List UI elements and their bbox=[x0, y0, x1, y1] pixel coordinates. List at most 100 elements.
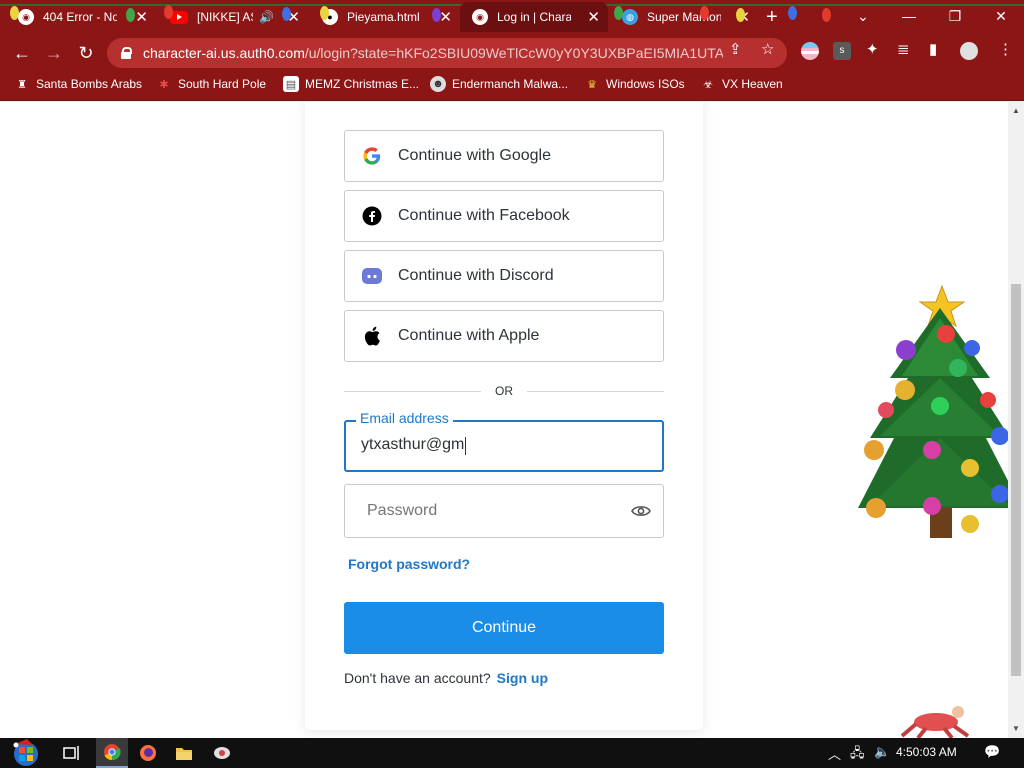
tab-search-icon[interactable]: ⌄ bbox=[840, 0, 886, 34]
chevron-up-icon[interactable]: ︿ bbox=[828, 744, 841, 763]
scroll-thumb[interactable] bbox=[1011, 284, 1021, 676]
trans-flag-extension-icon[interactable] bbox=[801, 42, 819, 60]
light-bulb bbox=[320, 6, 329, 20]
tab-strip: ◉ 404 Error - Not ✕ [NIKKE] AS 🔊 ✕ ● Pie… bbox=[0, 0, 1024, 34]
continue-with-facebook-button[interactable]: Continue with Facebook bbox=[344, 190, 664, 242]
or-divider: OR bbox=[344, 382, 664, 402]
scroll-up-arrow[interactable]: ▲ bbox=[1008, 104, 1024, 118]
email-field[interactable]: Email address bbox=[344, 410, 664, 472]
taskbar-clock[interactable]: 4:50:03 AM bbox=[896, 745, 957, 759]
signup-row: Don't have an account? Sign up bbox=[344, 670, 548, 686]
reload-button[interactable]: ↻ bbox=[74, 41, 98, 65]
light-bulb bbox=[736, 8, 745, 22]
start-button[interactable] bbox=[6, 738, 46, 768]
side-panel-icon[interactable]: ▮ bbox=[929, 40, 937, 58]
continue-button[interactable]: Continue bbox=[344, 602, 664, 654]
password-field[interactable] bbox=[344, 484, 664, 538]
url-host: character-ai.us.auth0.com bbox=[143, 45, 305, 61]
continue-with-discord-button[interactable]: Continue with Discord bbox=[344, 250, 664, 302]
extensions-puzzle-icon[interactable]: ✦ bbox=[866, 40, 879, 58]
light-bulb bbox=[164, 5, 173, 19]
forgot-password-link[interactable]: Forgot password? bbox=[348, 556, 470, 572]
light-bulb bbox=[614, 6, 623, 20]
light-bulb bbox=[10, 6, 19, 20]
url-path: /u/login?state=hKFo2SBIU09WeTlCcW0yY0Y3U… bbox=[304, 45, 723, 61]
chrome-icon: ◉ bbox=[472, 9, 488, 25]
menu-kebab-icon[interactable]: ⋮ bbox=[998, 40, 1013, 58]
window-controls: ⌄ — ❐ ✕ bbox=[840, 0, 1024, 34]
speaker-icon[interactable]: 🔊 bbox=[259, 10, 274, 24]
light-bulb bbox=[126, 8, 135, 22]
bookmark-windows-isos[interactable]: ♛ Windows ISOs bbox=[584, 76, 685, 92]
christmas-tree-decoration bbox=[858, 284, 1022, 538]
app-taskbar-icon[interactable] bbox=[210, 741, 234, 765]
bookmark-endermanch-malware[interactable]: ☻ Endermanch Malwa... bbox=[430, 76, 568, 92]
scroll-down-arrow[interactable]: ▼ bbox=[1008, 722, 1024, 736]
chrome-taskbar-icon[interactable] bbox=[96, 738, 128, 768]
santa-icon: ♜ bbox=[17, 78, 27, 91]
bookmarks-bar: ♜ Santa Bombs Arabs ✱ South Hard Pole ▤ … bbox=[0, 71, 1024, 101]
close-icon[interactable]: ✕ bbox=[135, 8, 148, 26]
google-button-label: Continue with Google bbox=[398, 147, 551, 164]
bookmark-star-icon[interactable]: ☆ bbox=[761, 40, 774, 58]
globe-icon: ◍ bbox=[622, 9, 638, 25]
continue-with-apple-button[interactable]: Continue with Apple bbox=[344, 310, 664, 362]
light-bulb bbox=[822, 8, 831, 22]
biohazard-icon: ☣ bbox=[703, 78, 713, 91]
password-input[interactable] bbox=[367, 502, 607, 520]
facebook-icon bbox=[362, 206, 382, 226]
bookmark-vx-heaven[interactable]: ☣ VX Heaven bbox=[700, 76, 783, 92]
task-view-icon[interactable] bbox=[60, 741, 84, 765]
divider-line bbox=[527, 391, 664, 392]
skull-icon: ☻ bbox=[430, 76, 446, 92]
sign-up-link[interactable]: Sign up bbox=[497, 670, 548, 686]
vertical-scrollbar[interactable]: ▲ ▼ bbox=[1008, 102, 1024, 738]
profile-avatar-icon[interactable] bbox=[960, 42, 978, 60]
firefox-taskbar-icon[interactable] bbox=[136, 741, 160, 765]
show-password-eye-icon[interactable] bbox=[631, 503, 651, 519]
media-queue-icon[interactable]: ≣ bbox=[897, 40, 910, 58]
url-text[interactable]: character-ai.us.auth0.com/u/login?state=… bbox=[143, 45, 723, 61]
discord-icon bbox=[362, 266, 382, 286]
tab-login-character[interactable]: ◉ Log in | Characte ✕ bbox=[460, 2, 608, 32]
trophy-icon: ♛ bbox=[587, 78, 597, 91]
address-bar[interactable]: character-ai.us.auth0.com/u/login?state=… bbox=[107, 38, 787, 68]
s-extension-icon[interactable]: s bbox=[833, 42, 851, 60]
text-caret bbox=[465, 437, 466, 455]
light-bulb bbox=[432, 8, 441, 22]
minimize-button[interactable]: — bbox=[886, 0, 932, 34]
light-bulb bbox=[788, 6, 797, 20]
new-tab-button[interactable]: + bbox=[760, 2, 790, 32]
close-icon[interactable]: ✕ bbox=[587, 8, 600, 26]
network-icon[interactable]: 🖧 bbox=[850, 744, 865, 766]
bookmark-south-hard-pole[interactable]: ✱ South Hard Pole bbox=[156, 76, 266, 92]
continue-with-google-button[interactable]: Continue with Google bbox=[344, 130, 664, 182]
share-icon[interactable]: ⇪ bbox=[729, 40, 742, 58]
discord-button-label: Continue with Discord bbox=[398, 267, 554, 284]
plus-icon: + bbox=[766, 5, 778, 28]
windows-taskbar: ︿ 🖧 🔈 4:50:03 AM 💬 bbox=[0, 738, 1024, 768]
browser-toolbar: ← → ↻ character-ai.us.auth0.com/u/login?… bbox=[0, 34, 1024, 71]
email-input[interactable] bbox=[361, 436, 641, 454]
forward-button[interactable]: → bbox=[42, 41, 66, 65]
snowflake-icon: ✱ bbox=[159, 78, 169, 91]
close-window-button[interactable]: ✕ bbox=[978, 0, 1024, 34]
apple-button-label: Continue with Apple bbox=[398, 327, 540, 344]
restore-button[interactable]: ❐ bbox=[932, 0, 978, 34]
apple-icon bbox=[362, 326, 382, 346]
volume-icon[interactable]: 🔈 bbox=[874, 744, 890, 760]
notifications-icon[interactable]: 💬 bbox=[984, 744, 1000, 760]
chrome-icon: ◉ bbox=[18, 9, 34, 25]
back-button[interactable]: ← bbox=[10, 41, 34, 65]
no-account-text: Don't have an account? bbox=[344, 670, 491, 686]
bookmark-memz-christmas[interactable]: ▤ MEMZ Christmas E... bbox=[283, 76, 419, 92]
file-explorer-icon[interactable] bbox=[172, 741, 196, 765]
running-figure-decoration bbox=[900, 706, 970, 738]
bookmark-santa-bombs[interactable]: ♜ Santa Bombs Arabs bbox=[14, 76, 142, 92]
lock-icon[interactable] bbox=[121, 47, 132, 59]
email-label: Email address bbox=[356, 410, 453, 426]
close-icon[interactable]: ✕ bbox=[439, 8, 452, 26]
facebook-button-label: Continue with Facebook bbox=[398, 207, 570, 224]
light-bulb bbox=[282, 7, 291, 21]
google-icon bbox=[362, 146, 382, 166]
